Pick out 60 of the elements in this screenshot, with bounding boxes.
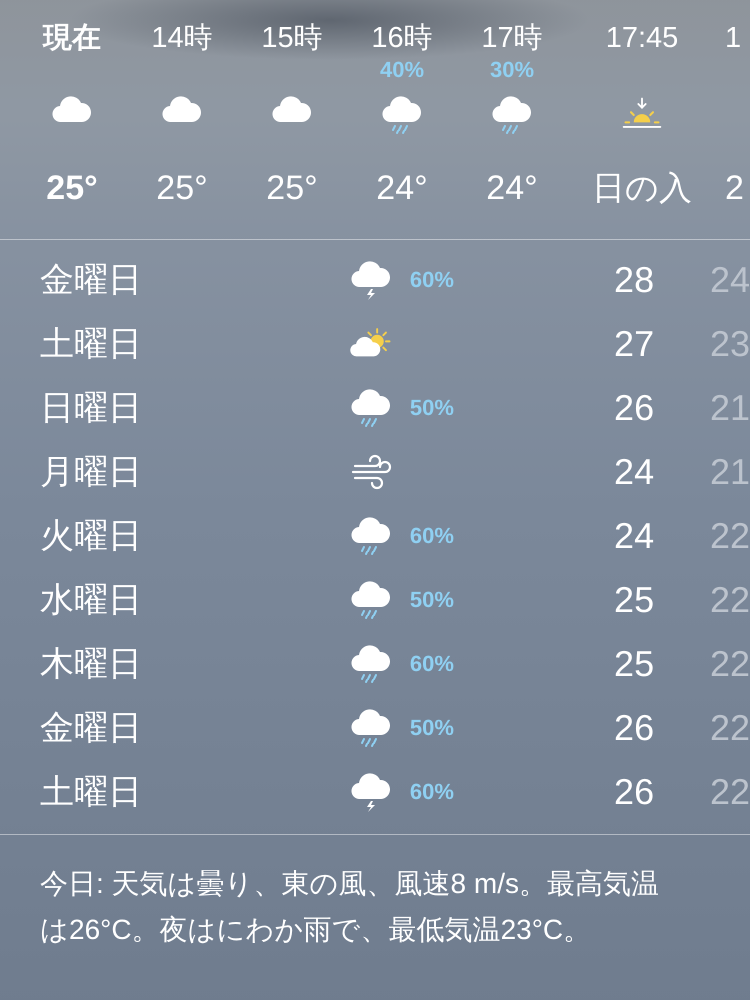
high-temperature: 27 (613, 323, 654, 365)
low-temperature: 22 (708, 771, 750, 813)
day-name: 日曜日 (39, 388, 143, 429)
rain-chance: 50% (410, 715, 455, 741)
rain-chance: 60% (410, 779, 455, 805)
low-temperature: 22 (708, 707, 750, 749)
day-name: 金曜日 (39, 260, 143, 301)
forecast-summary: 今日: 天気は曇り、東の風、風速8 m/s。最高気温は26°C。夜はにわか雨で、最低気温23°C。 (39, 867, 660, 947)
rain-cloud-icon (490, 95, 534, 135)
rain-chance: 50% (410, 395, 455, 421)
hour-temperature: 25° (46, 168, 98, 208)
high-temperature: 24 (613, 451, 654, 493)
high-temperature: 28 (613, 259, 654, 301)
high-temperature: 25 (613, 643, 654, 685)
day-name: 金曜日 (39, 708, 143, 749)
high-temperature: 24 (613, 515, 654, 557)
rain-chance: 30% (490, 56, 534, 84)
rain-chance: 60% (410, 651, 455, 677)
hour-temperature: 2 (725, 168, 744, 208)
low-temperature: 22 (708, 643, 750, 685)
hour-label: 17時 (481, 21, 543, 56)
high-temperature: 26 (613, 387, 654, 429)
day-name: 木曜日 (39, 644, 143, 685)
hour-temperature: 24° (486, 168, 538, 208)
hour-label: 1 (725, 21, 742, 56)
rain-chance: 60% (410, 523, 455, 549)
rain-chance: 60% (410, 267, 455, 293)
high-temperature: 26 (613, 707, 654, 749)
hour-label: 14時 (151, 21, 213, 56)
hour-label: 17:45 (606, 21, 678, 56)
sunset-label: 日の入 (592, 168, 692, 208)
rain-cloud-icon (348, 580, 393, 620)
rain-cloud-icon (348, 388, 393, 428)
rain-cloud-icon (380, 95, 424, 135)
low-temperature: 22 (708, 579, 750, 621)
rain-cloud-icon (348, 708, 393, 748)
day-name: 土曜日 (39, 324, 143, 365)
rain-cloud-icon (348, 644, 393, 684)
rain-chance: 40% (380, 56, 424, 84)
hour-temperature: 25° (156, 168, 208, 208)
low-temperature: 24 (708, 259, 750, 301)
day-name: 月曜日 (39, 452, 143, 493)
thunder-cloud-icon (348, 260, 393, 300)
hour-label: 16時 (371, 21, 433, 56)
hour-label: 現在 (43, 21, 101, 56)
day-name: 火曜日 (39, 516, 143, 557)
day-name: 水曜日 (39, 580, 143, 621)
rain-cloud-icon (348, 516, 393, 556)
hour-temperature: 24° (376, 168, 428, 208)
low-temperature: 22 (708, 515, 750, 557)
high-temperature: 26 (613, 771, 654, 813)
hour-temperature: 25° (266, 168, 318, 208)
rain-chance: 50% (410, 587, 455, 613)
low-temperature: 21 (708, 387, 750, 429)
high-temperature: 25 (613, 579, 654, 621)
thunder-cloud-icon (348, 772, 393, 812)
low-temperature: 23 (708, 323, 750, 365)
day-name: 土曜日 (39, 772, 143, 813)
low-temperature: 21 (708, 451, 750, 493)
hour-label: 15時 (261, 21, 323, 56)
